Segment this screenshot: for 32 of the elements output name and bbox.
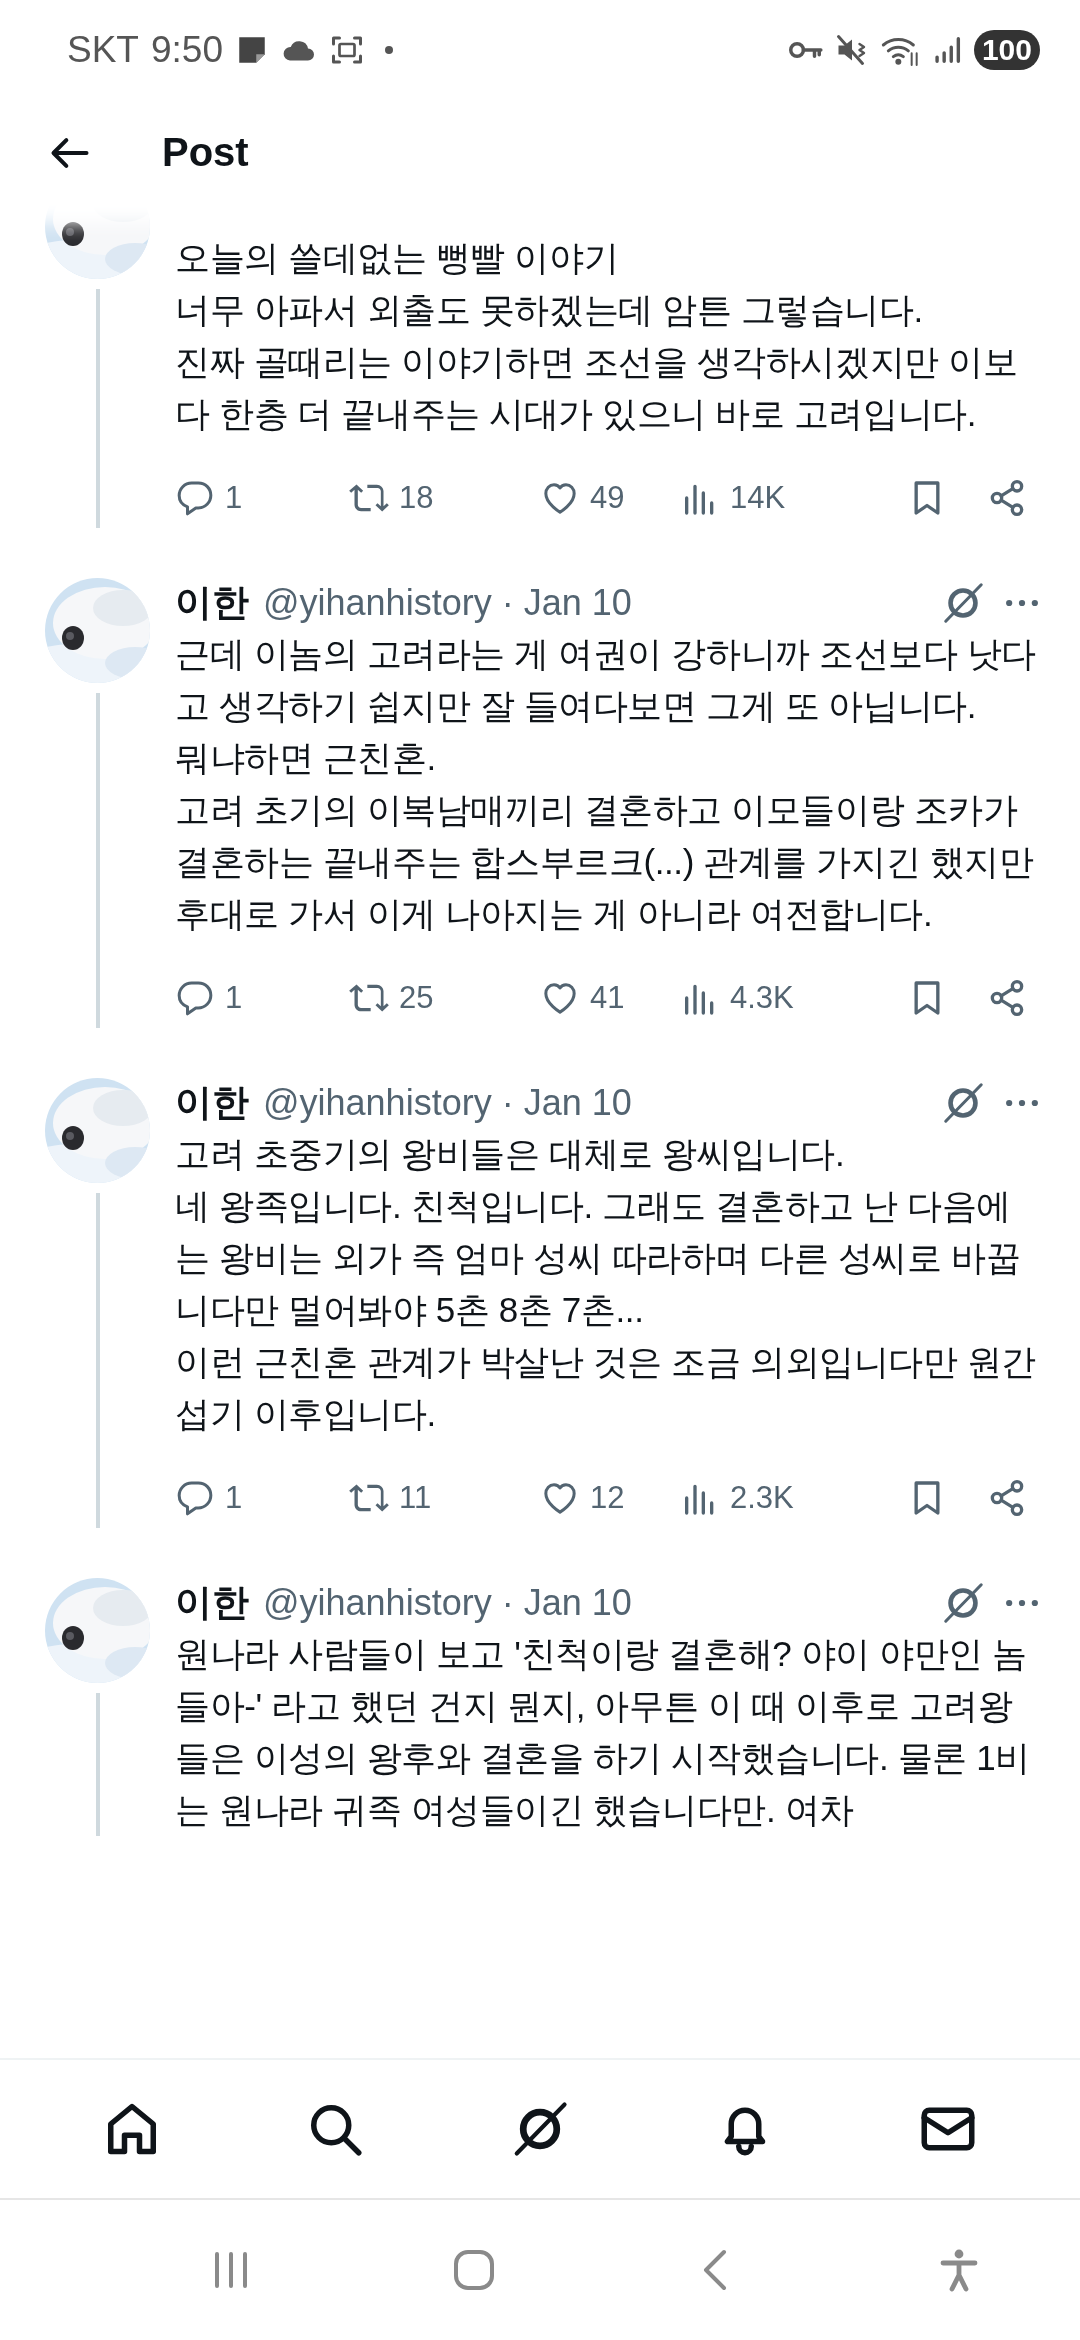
post-text: 근데 이놈의 고려라는 게 여권이 강하니까 조선보다 낫다고 생각하기 쉽지만 잘 들여다보면 그게 또 아닙니다. bbox=[175, 633, 1038, 727]
post-text: 너무 아파서 외출도 못하겠는데 암튼 그렇습니다. bbox=[175, 289, 924, 331]
count: 25 bbox=[399, 980, 434, 1016]
battery-indicator: 100 bbox=[973, 30, 1040, 70]
post-text: 원나라 사람들이 보고 '친척이랑 결혼해? 야이 야만인 놈들아-' 라고 했던 건지 뭔지, 아무튼 이 때 이후로 고려왕들은 이성의 왕후와 결혼을 하기 시작했습니다. 물론 1비는 원나라 귀족 여성들이긴 했습니다만. 여차 bbox=[175, 1633, 1031, 1831]
post-text: 진짜 골때리는 이야기하면 조선을 생각하시겠지만 이보다 한층 더 끝내주는 시대가 있으니 바로 고려입니다. bbox=[175, 341, 1019, 435]
count: 49 bbox=[590, 480, 625, 516]
count: 14K bbox=[730, 480, 786, 516]
clock: 9:50 bbox=[150, 29, 223, 71]
count: 18 bbox=[399, 480, 434, 516]
count: 1 bbox=[225, 980, 243, 1016]
author-name[interactable]: 이한 bbox=[175, 1578, 249, 1628]
carrier-label: SKT bbox=[67, 29, 139, 71]
author-handle-date[interactable]: @yihanhistory · Jan 10 bbox=[263, 1582, 632, 1624]
post-text: 네 왕족입니다. 친척입니다. 그래도 결혼하고 난 다음에는 왕비는 외가 즉 엄마 성씨 따라하며 다른 성씨로 바꿉니다만 멀어봐야 5촌 8촌 7촌... bbox=[175, 1185, 1022, 1331]
post-text: 고려 초중기의 왕비들은 대체로 왕씨입니다. bbox=[175, 1133, 846, 1175]
count: 12 bbox=[590, 1480, 625, 1516]
post-text: 고려 초기의 이복남매끼리 결혼하고 이모들이랑 조카가 결혼하는 끝내주는 합스부르크(...) 관계를 가지긴 했지만 후대로 가서 이게 나아지는 게 아니라 여전합니다. bbox=[175, 789, 1035, 935]
count: 11 bbox=[399, 1480, 432, 1516]
count: 1 bbox=[225, 480, 243, 516]
count: 41 bbox=[590, 980, 625, 1016]
post-text: 이런 근친혼 관계가 박살난 것은 조금 의외입니다만 원간섭기 이후입니다. bbox=[175, 1341, 1038, 1435]
post-text: 뭐냐하면 근친혼. bbox=[175, 737, 437, 779]
count: 2.3K bbox=[730, 1480, 794, 1516]
count: 1 bbox=[225, 1480, 243, 1516]
author-handle-date[interactable]: @yihanhistory · Jan 10 bbox=[263, 582, 632, 624]
post-text: 오늘의 쓸데없는 뻥빨 이야기 bbox=[175, 237, 620, 279]
author-handle-date[interactable]: @yihanhistory · Jan 10 bbox=[263, 1082, 632, 1124]
author-name[interactable]: 이한 bbox=[175, 1078, 249, 1128]
count: 4.3K bbox=[730, 980, 794, 1016]
author-name[interactable]: 이한 bbox=[175, 578, 249, 628]
page-title: Post bbox=[162, 130, 249, 175]
